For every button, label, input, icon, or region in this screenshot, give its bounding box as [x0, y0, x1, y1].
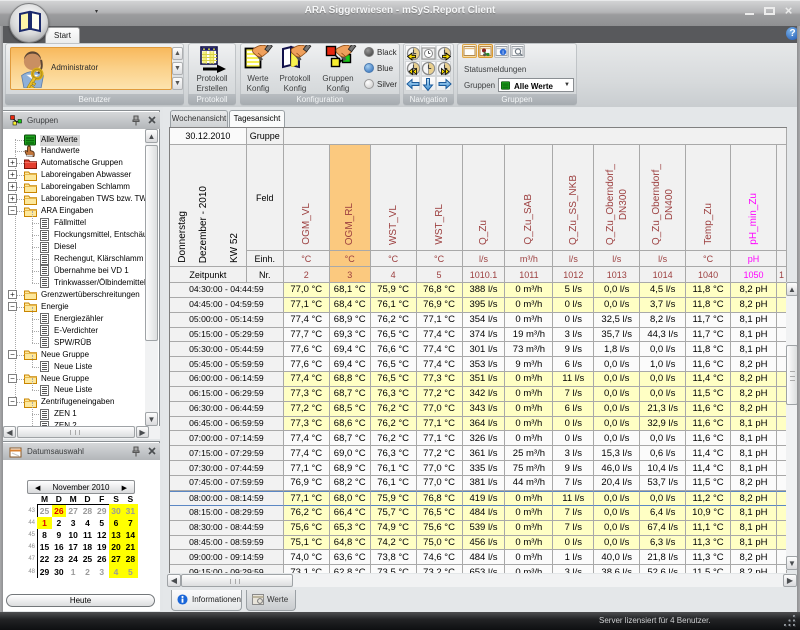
svg-text:i: i — [502, 50, 503, 56]
